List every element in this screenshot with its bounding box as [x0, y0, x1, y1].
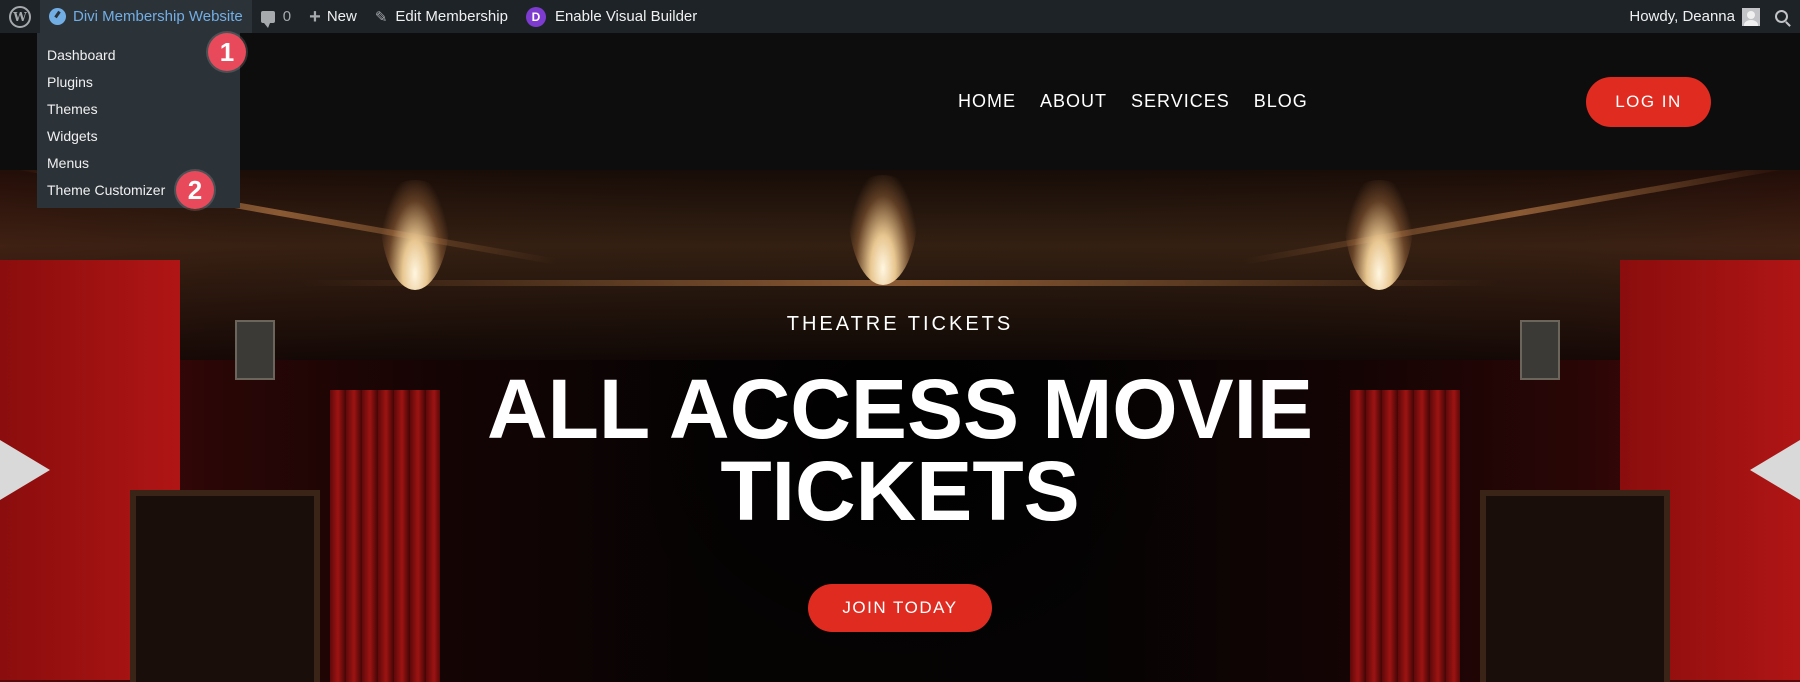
- step-marker-1: 1: [208, 33, 246, 71]
- site-name-label: Divi Membership Website: [73, 8, 243, 25]
- dropdown-item-themes[interactable]: Themes: [37, 95, 240, 122]
- hero-section: THEATRE TICKETS ALL ACCESS MOVIE TICKETS…: [0, 170, 1800, 682]
- step-marker-2: 2: [176, 171, 214, 209]
- dashboard-gauge-icon: [49, 8, 66, 25]
- wordpress-logo-icon: W: [9, 5, 31, 28]
- hero-title: ALL ACCESS MOVIE TICKETS: [0, 362, 1800, 538]
- dropdown-item-plugins[interactable]: Plugins: [37, 68, 240, 95]
- visual-builder-label: Enable Visual Builder: [554, 8, 698, 25]
- new-label: New: [326, 8, 357, 25]
- hero-title-line-2: TICKETS: [720, 444, 1080, 538]
- nav-item-home[interactable]: HOME: [958, 91, 1016, 112]
- edit-membership-link[interactable]: ✎ Edit Membership: [366, 0, 517, 33]
- join-today-button[interactable]: JOIN TODAY: [808, 584, 992, 632]
- ceiling-beam-middle: [300, 280, 1500, 286]
- wp-admin-bar: W Divi Membership Website 0 + New ✎ Edit…: [0, 0, 1800, 33]
- wordpress-logo-menu[interactable]: W: [0, 0, 40, 33]
- hero-title-line-1: ALL ACCESS MOVIE: [486, 362, 1314, 456]
- admin-bar-right: Howdy, Deanna: [1620, 0, 1800, 33]
- admin-bar-left: W Divi Membership Website 0 + New ✎ Edit…: [0, 0, 706, 33]
- site-name-menu[interactable]: Divi Membership Website: [40, 0, 252, 33]
- greeting-label: Howdy, Deanna: [1629, 8, 1735, 25]
- site-header: HOME ABOUT SERVICES BLOG LOG IN: [0, 33, 1800, 170]
- new-content-menu[interactable]: + New: [300, 0, 366, 33]
- nav-item-blog[interactable]: BLOG: [1254, 91, 1308, 112]
- hero-eyebrow: THEATRE TICKETS: [786, 313, 1014, 335]
- dropdown-item-menus[interactable]: Menus: [37, 149, 240, 176]
- comments-menu[interactable]: 0: [252, 0, 300, 33]
- nav-item-about[interactable]: ABOUT: [1040, 91, 1107, 112]
- main-nav: HOME ABOUT SERVICES BLOG: [958, 91, 1308, 112]
- pencil-icon: ✎: [374, 8, 388, 26]
- search-icon[interactable]: [1775, 10, 1788, 23]
- comments-count: 0: [282, 8, 292, 25]
- edit-label: Edit Membership: [395, 8, 508, 25]
- divi-icon: D: [525, 6, 546, 27]
- my-account-menu[interactable]: Howdy, Deanna: [1620, 0, 1769, 33]
- plus-icon: +: [309, 5, 321, 28]
- comment-bubble-icon: [260, 10, 275, 28]
- dropdown-item-widgets[interactable]: Widgets: [37, 122, 240, 149]
- login-button[interactable]: LOG IN: [1586, 77, 1711, 127]
- avatar-icon: [1742, 7, 1760, 26]
- nav-item-services[interactable]: SERVICES: [1131, 91, 1230, 112]
- enable-visual-builder-link[interactable]: D Enable Visual Builder: [517, 0, 706, 33]
